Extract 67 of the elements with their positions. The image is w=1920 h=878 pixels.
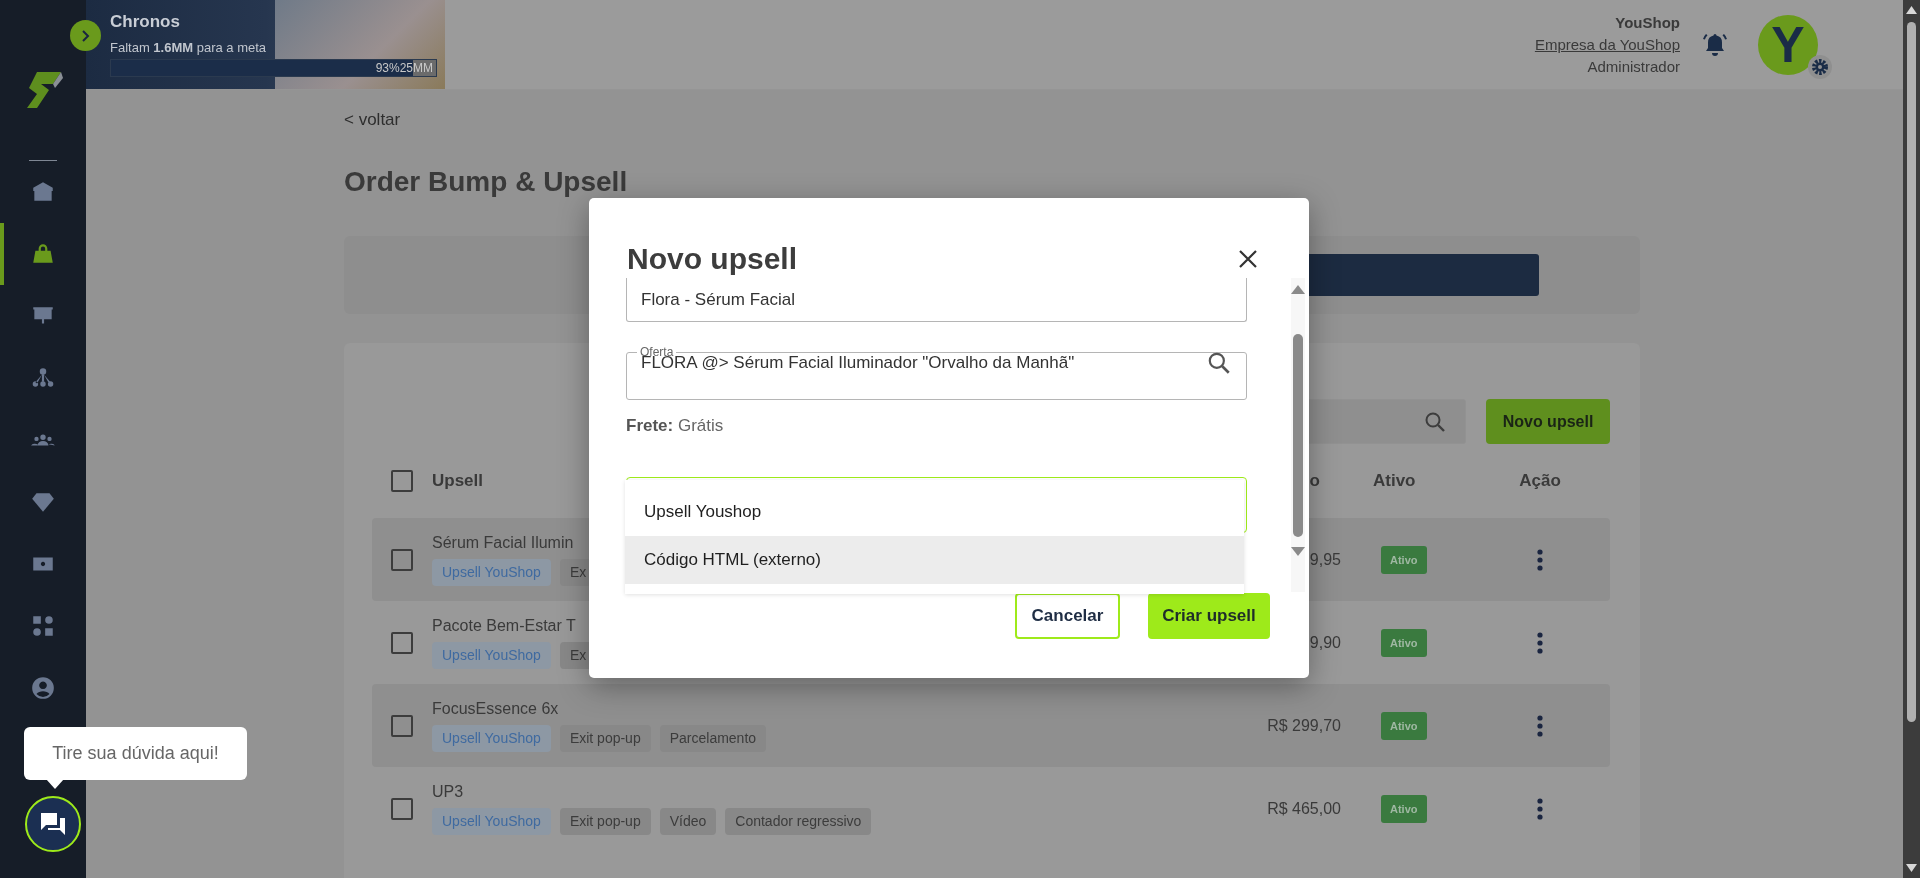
company-link[interactable]: Empresa da YouShop [1534,33,1680,56]
upsell-name: UP3 [432,782,465,802]
scroll-up-icon[interactable] [1906,6,1917,14]
more-icon[interactable] [1536,548,1544,571]
scrollbar-thumb[interactable] [1907,22,1916,722]
checkbox[interactable] [391,714,413,737]
close-icon[interactable] [1237,247,1259,270]
column-header: Ativo [1372,471,1417,491]
chevron-right-icon [80,28,91,43]
back-link[interactable]: < voltar [344,109,401,131]
status-badge: Ativo [1381,711,1427,740]
upsell-name: FocusEssence 6x [432,699,560,719]
tag: Vídeo [659,808,717,835]
company-name: YouShop [1615,12,1680,33]
checkbox[interactable] [391,797,413,820]
scrollbar[interactable] [1291,278,1305,592]
tag: Exit pop-up [559,725,651,752]
user-role: Administrador [1587,56,1680,77]
more-icon[interactable] [1536,714,1544,737]
scrollbar-thumb[interactable] [1293,334,1303,537]
avatar[interactable]: Y [1758,14,1818,75]
status-badge: Ativo [1381,628,1427,657]
price: 9,95 [1309,550,1341,569]
settings-icon[interactable] [1808,54,1832,79]
more-icon[interactable] [1536,631,1544,654]
create-upsell-button[interactable]: Criar upsell [1148,593,1270,639]
tag: Exit pop-up [559,808,651,835]
status-badge: Ativo [1381,794,1427,823]
page-title: Order Bump & Upsell [344,165,628,199]
column-header: Ação [1519,471,1561,491]
dropdown-option[interactable]: Upsell Youshop [625,488,1244,536]
tag: Upsell YouShop [432,559,551,586]
modal-title: Novo upsell [627,240,798,277]
search-icon[interactable] [1206,350,1232,376]
checkbox[interactable] [391,548,413,571]
tooltip-pointer [46,779,64,789]
more-icon[interactable] [1536,797,1544,820]
status-badge: Ativo [1381,545,1427,574]
checkbox[interactable] [391,470,413,492]
scroll-down-icon[interactable] [1906,864,1917,872]
column-header: o [1309,471,1321,491]
tag: Upsell YouShop [432,808,551,835]
checkbox[interactable] [391,631,413,654]
tag: Contador regressivo [725,808,872,835]
user-icon [30,675,56,701]
price: R$ 299,70 [1267,716,1341,735]
price: R$ 465,00 [1267,799,1341,818]
grid-icon [30,613,56,639]
banner-subtitle: Faltam 1.6MM para a meta [110,40,268,56]
new-upsell-button[interactable]: Novo upsell [1486,399,1610,444]
chat-icon [39,811,67,837]
scrollbar[interactable] [1903,0,1920,878]
chat-tooltip: Tire sua dúvida aqui! [24,727,247,780]
upsell-name: Pacote Bem-Estar T [432,616,577,636]
price: 9,90 [1309,633,1341,652]
tag: Parcelamento [659,725,767,752]
upsell-name: Sérum Facial Ilumin [432,533,575,553]
field-value: Flora - Sérum Facial [641,289,795,310]
cancel-button[interactable]: Cancelar [1015,593,1120,639]
tag: Upsell YouShop [432,642,551,669]
shipping-text: Frete: Grátis [626,415,724,437]
progress-percent: 93% [375,60,400,76]
tag: Upsell YouShop [432,725,551,752]
banner-title: Chronos [110,12,181,32]
column-header: Upsell [432,471,485,491]
input-field[interactable]: Flora - Sérum Facial [626,278,1247,322]
dropdown-option[interactable]: Código HTML (externo) [625,536,1244,584]
